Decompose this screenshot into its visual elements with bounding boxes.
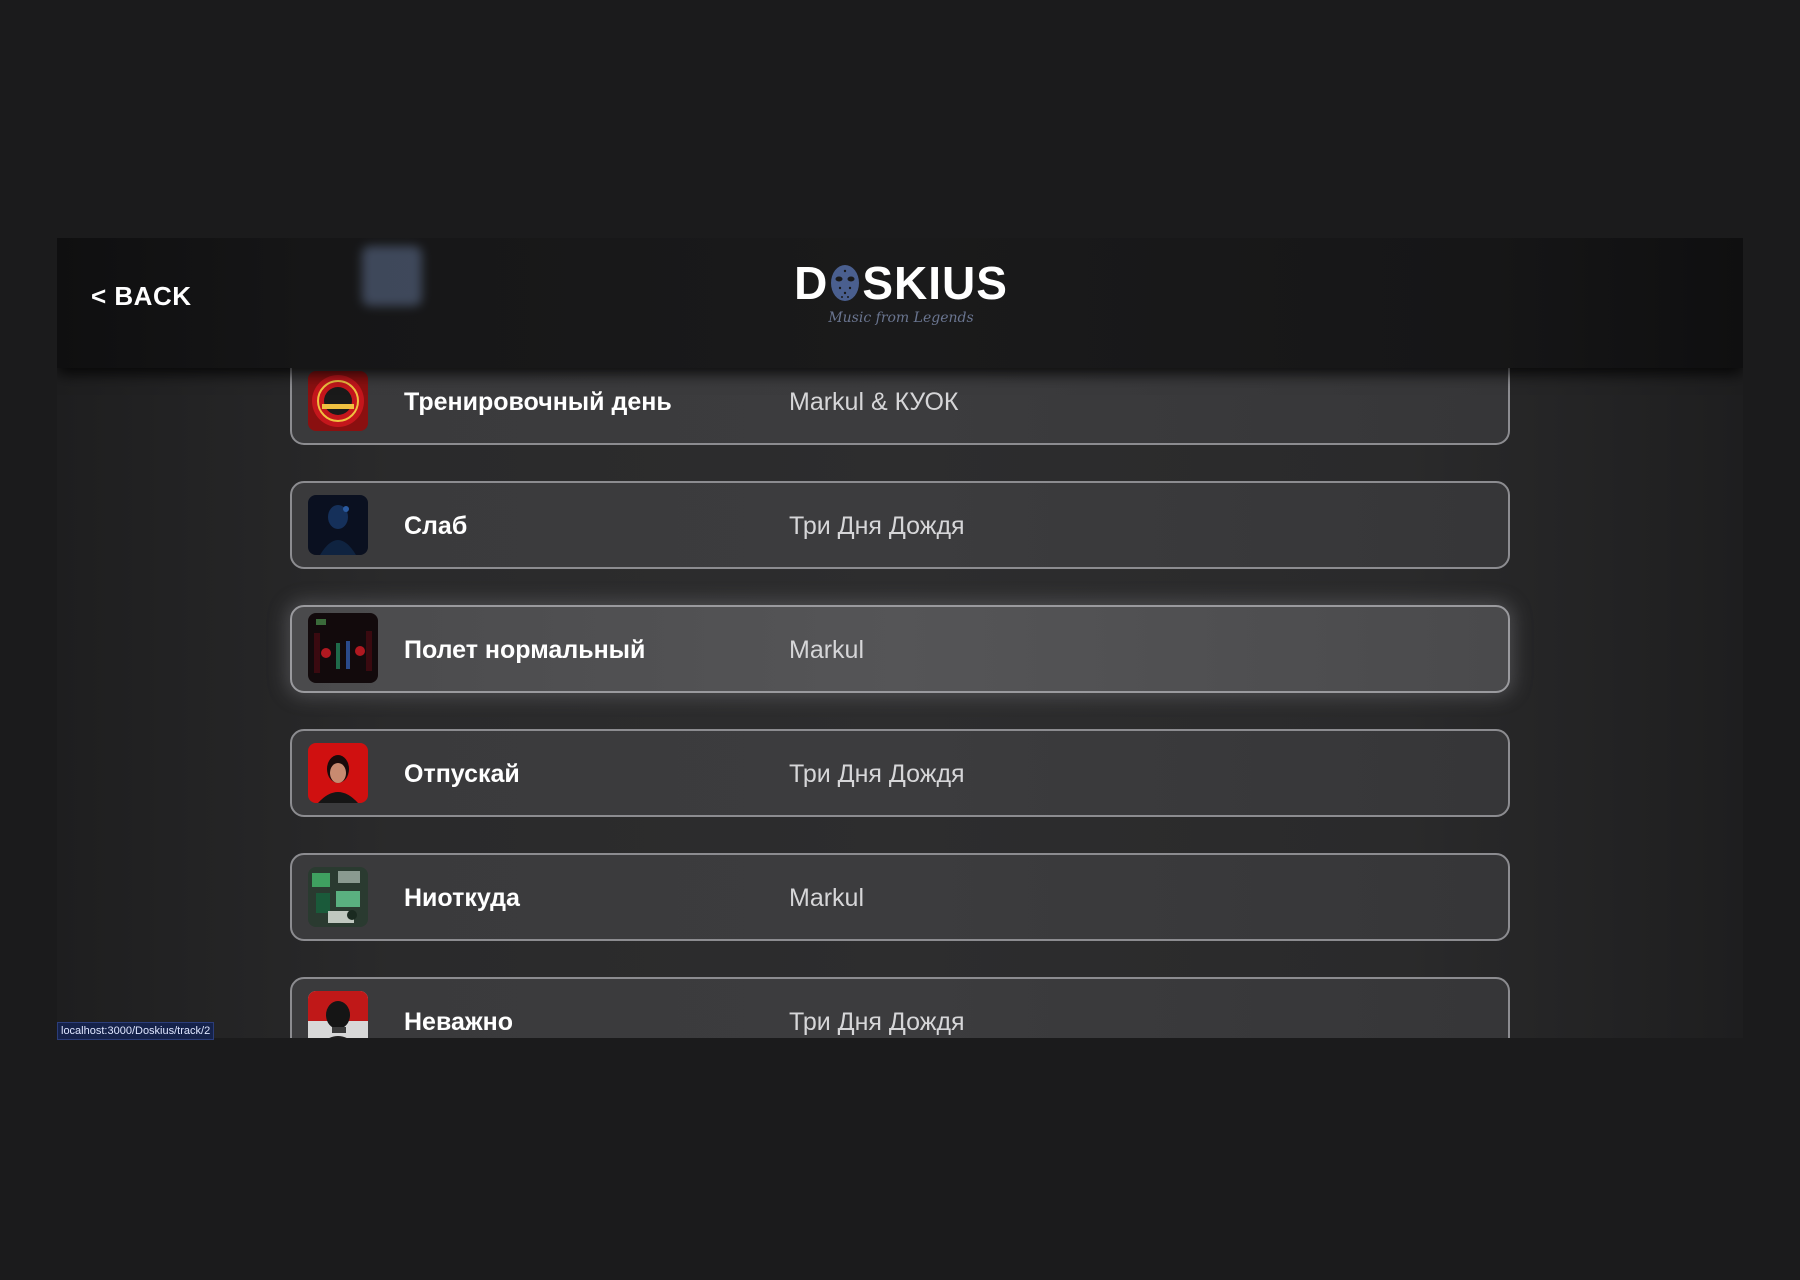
logo-tagline: Music from Legends [828,310,974,326]
track-title: Ниоткуда [404,884,520,912]
track-title: Слаб [404,512,468,540]
track-title: Тренировочный день [404,388,672,416]
album-cover-dark-neon-icon [308,613,378,683]
track-row[interactable]: Слаб Три Дня Дождя [290,481,1510,569]
track-artist: Markul [789,636,865,664]
album-cover-red-dark-portrait-icon [308,991,368,1038]
album-cover-dark-blue-icon [308,495,368,555]
album-cover-green-collage-icon [308,867,368,927]
track-title: Полет нормальный [404,636,646,664]
doskius-logo[interactable]: D SKIUS Music from Legends [791,260,1011,350]
logo-wordmark: D SKIUS [791,260,1011,306]
album-cover-red-portrait-icon [308,743,368,803]
track-artist: Три Дня Дождя [789,760,965,788]
track-row[interactable]: Тренировочный день Markul & КУОК [290,363,1510,445]
track-artist: Markul & КУОК [789,388,959,416]
track-title: Неважно [404,1008,513,1036]
logo-text-left: D [794,257,829,309]
hockey-mask-icon [831,265,860,301]
blurred-album-cover [362,246,422,306]
track-row[interactable]: Ниоткуда Markul [290,853,1510,941]
album-cover-red-emblem-icon [308,371,368,431]
track-artist: Три Дня Дождя [789,512,965,540]
app-window: < BACK D SKIUS Music from Legends Тренир… [57,238,1743,1038]
track-list: Тренировочный день Markul & КУОК Слаб Тр… [290,363,1510,1038]
logo-text-right: SKIUS [862,257,1008,309]
back-button[interactable]: < BACK [91,281,192,312]
track-artist: Markul [789,884,865,912]
track-artist: Три Дня Дождя [789,1008,965,1036]
header: < BACK D SKIUS Music from Legends [57,238,1743,368]
track-row[interactable]: Неважно Три Дня Дождя [290,977,1510,1038]
track-row-active[interactable]: Полет нормальный Markul [290,605,1510,693]
status-bar-url: localhost:3000/Doskius/track/2 [57,1022,215,1040]
track-title: Отпускай [404,760,520,788]
track-row[interactable]: Отпускай Три Дня Дождя [290,729,1510,817]
